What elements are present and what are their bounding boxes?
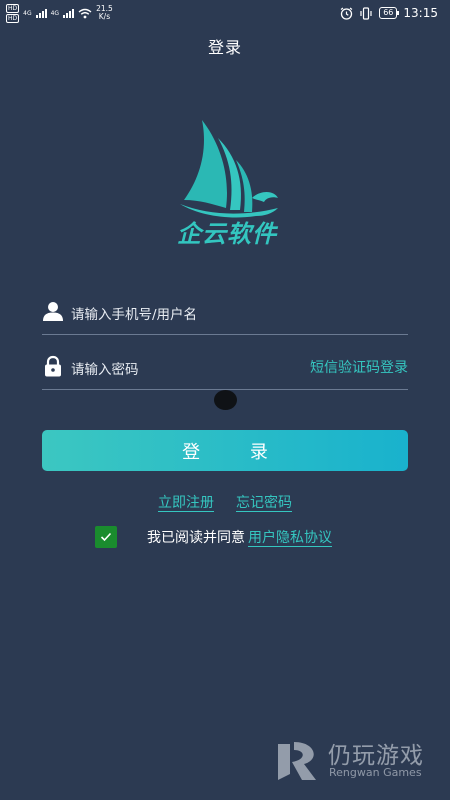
alarm-icon bbox=[340, 7, 353, 20]
network-speed: 21.5 K/s bbox=[96, 5, 113, 21]
signal-icon-2 bbox=[63, 8, 75, 18]
watermark-logo-icon bbox=[278, 742, 316, 780]
watermark: 仍玩游戏 Rengwan Games bbox=[276, 736, 436, 784]
hd-badge-2: HD bbox=[6, 13, 20, 23]
agreement-checkbox[interactable] bbox=[95, 526, 117, 548]
page-title: 登录 bbox=[207, 38, 242, 57]
checkmark-icon bbox=[100, 532, 112, 542]
status-right: 66 13:15 bbox=[340, 4, 438, 22]
wifi-icon bbox=[78, 8, 92, 18]
auth-links: 立即注册 忘记密码 bbox=[0, 492, 450, 512]
password-placeholder: 请输入密码 bbox=[71, 362, 139, 378]
username-field[interactable]: 请输入手机号/用户名 bbox=[42, 290, 408, 335]
touch-indicator bbox=[214, 390, 237, 410]
clock: 13:15 bbox=[403, 6, 438, 20]
user-icon bbox=[43, 302, 63, 321]
hd-indicator: HD HD bbox=[6, 3, 20, 23]
agreement-row: 我已阅读并同意 用户隐私协议 bbox=[95, 526, 332, 548]
brand-name: 企云软件 bbox=[177, 220, 277, 248]
login-button[interactable]: 登 录 bbox=[42, 430, 408, 471]
agreement-text: 我已阅读并同意 bbox=[147, 530, 245, 546]
lock-icon bbox=[45, 355, 61, 377]
network-type-2: 4G bbox=[50, 9, 60, 17]
speed-unit: K/s bbox=[98, 12, 111, 21]
status-left: HD HD 4G 4G 21.5 K/s bbox=[6, 3, 113, 23]
vibrate-icon bbox=[360, 6, 372, 20]
network-type-1: 4G bbox=[23, 9, 32, 17]
status-bar: HD HD 4G 4G 21.5 K/s 66 13:15 bbox=[0, 0, 450, 26]
hd-badge-1: HD bbox=[6, 3, 20, 13]
sms-login-link[interactable]: 短信验证码登录 bbox=[310, 357, 408, 377]
watermark-sub: Rengwan Games bbox=[329, 766, 422, 779]
battery-icon: 66 bbox=[379, 7, 400, 19]
privacy-policy-link[interactable]: 用户隐私协议 bbox=[248, 527, 332, 547]
forgot-password-link[interactable]: 忘记密码 bbox=[236, 492, 292, 512]
register-link[interactable]: 立即注册 bbox=[158, 492, 214, 512]
password-field[interactable]: 请输入密码 短信验证码登录 bbox=[42, 345, 408, 390]
username-placeholder: 请输入手机号/用户名 bbox=[71, 307, 198, 323]
watermark-name: 仍玩游戏 bbox=[328, 743, 424, 769]
signal-icon-1 bbox=[35, 8, 47, 18]
